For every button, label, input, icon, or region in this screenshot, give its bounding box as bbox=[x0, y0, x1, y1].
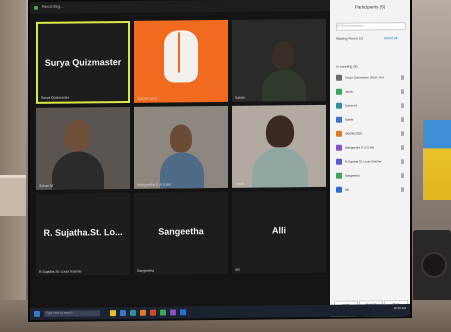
tile-display-name: Alli bbox=[271, 225, 286, 236]
monitor-screen: Recording... Surya Quizmaster Surya Quiz… bbox=[30, 0, 410, 320]
person-head bbox=[64, 119, 90, 152]
participant-name: Sangeetha bbox=[345, 173, 360, 178]
avatar bbox=[336, 88, 342, 95]
avatar bbox=[336, 130, 342, 137]
yellow-box bbox=[423, 120, 451, 200]
book-on-desk bbox=[0, 175, 26, 216]
video-tile-6[interactable]: Jacob bbox=[232, 104, 326, 188]
tile-display-name: Sangeetha bbox=[158, 226, 204, 237]
meeting-topbar: Recording... bbox=[30, 0, 330, 14]
participants-panel: Participants (9) Q Find a participant Wa… bbox=[330, 0, 410, 317]
store-icon[interactable] bbox=[130, 309, 136, 316]
in-meeting-label: In meeting (9) bbox=[336, 64, 358, 69]
taskbar-clock: 10:30 AM bbox=[393, 306, 406, 311]
avatar bbox=[336, 102, 342, 109]
avatar bbox=[336, 74, 342, 81]
mic-icon bbox=[401, 89, 404, 95]
video-tile-5[interactable]: Mahgendra S Ji S.Sai bbox=[134, 105, 228, 189]
mic-icon bbox=[401, 117, 404, 123]
mic-icon bbox=[401, 103, 404, 109]
tile-display-name: R. Sujatha.St. Lo... bbox=[43, 227, 123, 238]
participant-search-input[interactable]: Q Find a participant bbox=[336, 22, 406, 31]
tile-name-label: SMOM 2020 bbox=[137, 96, 157, 101]
avatar bbox=[336, 172, 342, 179]
mic-icon bbox=[401, 75, 404, 81]
participant-row[interactable]: Sakthi bbox=[336, 116, 406, 125]
video-tile-7[interactable]: R. Sujatha.St. Lo... R.Sujatha.St. Louis… bbox=[36, 192, 130, 276]
person-head bbox=[170, 124, 192, 153]
folder-icon[interactable] bbox=[110, 310, 116, 317]
tile-name-label: R.Sujatha.St. Louis teacher bbox=[39, 269, 82, 274]
participant-row[interactable]: Mahgendra S Ji S.Sai bbox=[336, 144, 406, 153]
app-icon[interactable] bbox=[160, 309, 166, 316]
avatar bbox=[336, 186, 342, 193]
participant-name: Alli bbox=[345, 187, 350, 192]
participant-row[interactable]: Surya Quizmaster (Host, me) bbox=[336, 74, 406, 83]
admit-all-button[interactable]: Admit all bbox=[384, 36, 397, 40]
topbar-title: Recording... bbox=[42, 3, 64, 9]
person-head bbox=[272, 41, 294, 70]
mic-icon bbox=[401, 159, 404, 165]
tile-name-label: Surya Quizmaster bbox=[41, 95, 70, 100]
video-tile-9[interactable]: Alli Alli bbox=[232, 190, 326, 274]
avatar bbox=[336, 144, 342, 151]
video-tile-2[interactable]: SMOM 2020 bbox=[134, 19, 228, 103]
participant-name: SMOM 2020 bbox=[345, 131, 362, 136]
participant-row[interactable]: SMOM 2020 bbox=[336, 130, 406, 139]
mic-icon bbox=[401, 187, 404, 193]
zoom-icon[interactable] bbox=[180, 309, 186, 316]
video-tile-8[interactable]: Sangeetha Sangeetha bbox=[134, 191, 228, 275]
tile-name-label: Alli bbox=[235, 267, 240, 272]
video-grid: Surya Quizmaster Surya Quizmaster SMOM 2… bbox=[36, 18, 328, 278]
participant-name: R.Sujatha.St. Louis teacher bbox=[345, 159, 382, 164]
speaker bbox=[413, 230, 451, 302]
person-body bbox=[252, 147, 308, 188]
chrome-icon[interactable] bbox=[150, 309, 156, 316]
panel-title: Participants (9) bbox=[354, 4, 386, 10]
person-head bbox=[266, 115, 294, 148]
tile-name-label: Sangeetha bbox=[137, 268, 154, 273]
edge-icon[interactable] bbox=[120, 309, 126, 317]
taskbar-search-input[interactable]: Type here to search bbox=[44, 310, 100, 317]
participant-name: Surya Quizmaster (Host, me) bbox=[345, 75, 384, 80]
tile-name-label: Jacob bbox=[235, 181, 245, 186]
participant-row[interactable]: Sangeetha bbox=[336, 172, 406, 181]
person-body bbox=[52, 151, 104, 190]
tile-name-label: Sakthi bbox=[235, 95, 245, 100]
participant-row[interactable]: Jacob bbox=[336, 88, 406, 97]
participant-name: Jacob bbox=[345, 89, 354, 94]
photo-scene: Recording... Surya Quizmaster Surya Quiz… bbox=[0, 0, 451, 332]
participant-row[interactable]: Alli bbox=[336, 186, 406, 195]
avatar bbox=[336, 116, 342, 123]
hand-logo-line bbox=[178, 32, 180, 73]
recording-icon bbox=[34, 5, 38, 10]
avatar bbox=[336, 158, 342, 165]
waiting-room-label: Waiting Room (1) bbox=[336, 36, 364, 41]
mic-icon bbox=[401, 131, 404, 137]
start-icon[interactable] bbox=[34, 310, 40, 317]
mic-icon bbox=[401, 173, 404, 179]
mic-icon bbox=[401, 145, 404, 151]
participant-name: Sakthi bbox=[345, 117, 354, 122]
participant-row[interactable]: R.Sujatha.St. Louis teacher bbox=[336, 158, 406, 167]
video-tile-1[interactable]: Surya Quizmaster Surya Quizmaster bbox=[36, 20, 130, 104]
wall-left bbox=[0, 0, 26, 332]
app-icon[interactable] bbox=[170, 309, 176, 316]
video-tile-4[interactable]: Sohan M bbox=[36, 106, 130, 190]
tile-display-name: Surya Quizmaster bbox=[44, 57, 122, 68]
participant-name: Mahgendra S Ji S.Sai bbox=[345, 145, 375, 150]
hand-logo-icon bbox=[164, 30, 198, 83]
tile-name-label: Sohan M bbox=[39, 183, 54, 188]
participant-row[interactable]: Sohan M bbox=[336, 102, 406, 111]
tile-name-label: Mahgendra S Ji S.Sai bbox=[137, 182, 171, 187]
video-tile-3[interactable]: Sakthi bbox=[232, 18, 326, 102]
participant-name: Sohan M bbox=[345, 103, 358, 108]
office-icon[interactable] bbox=[140, 309, 146, 316]
person-body bbox=[262, 69, 306, 102]
